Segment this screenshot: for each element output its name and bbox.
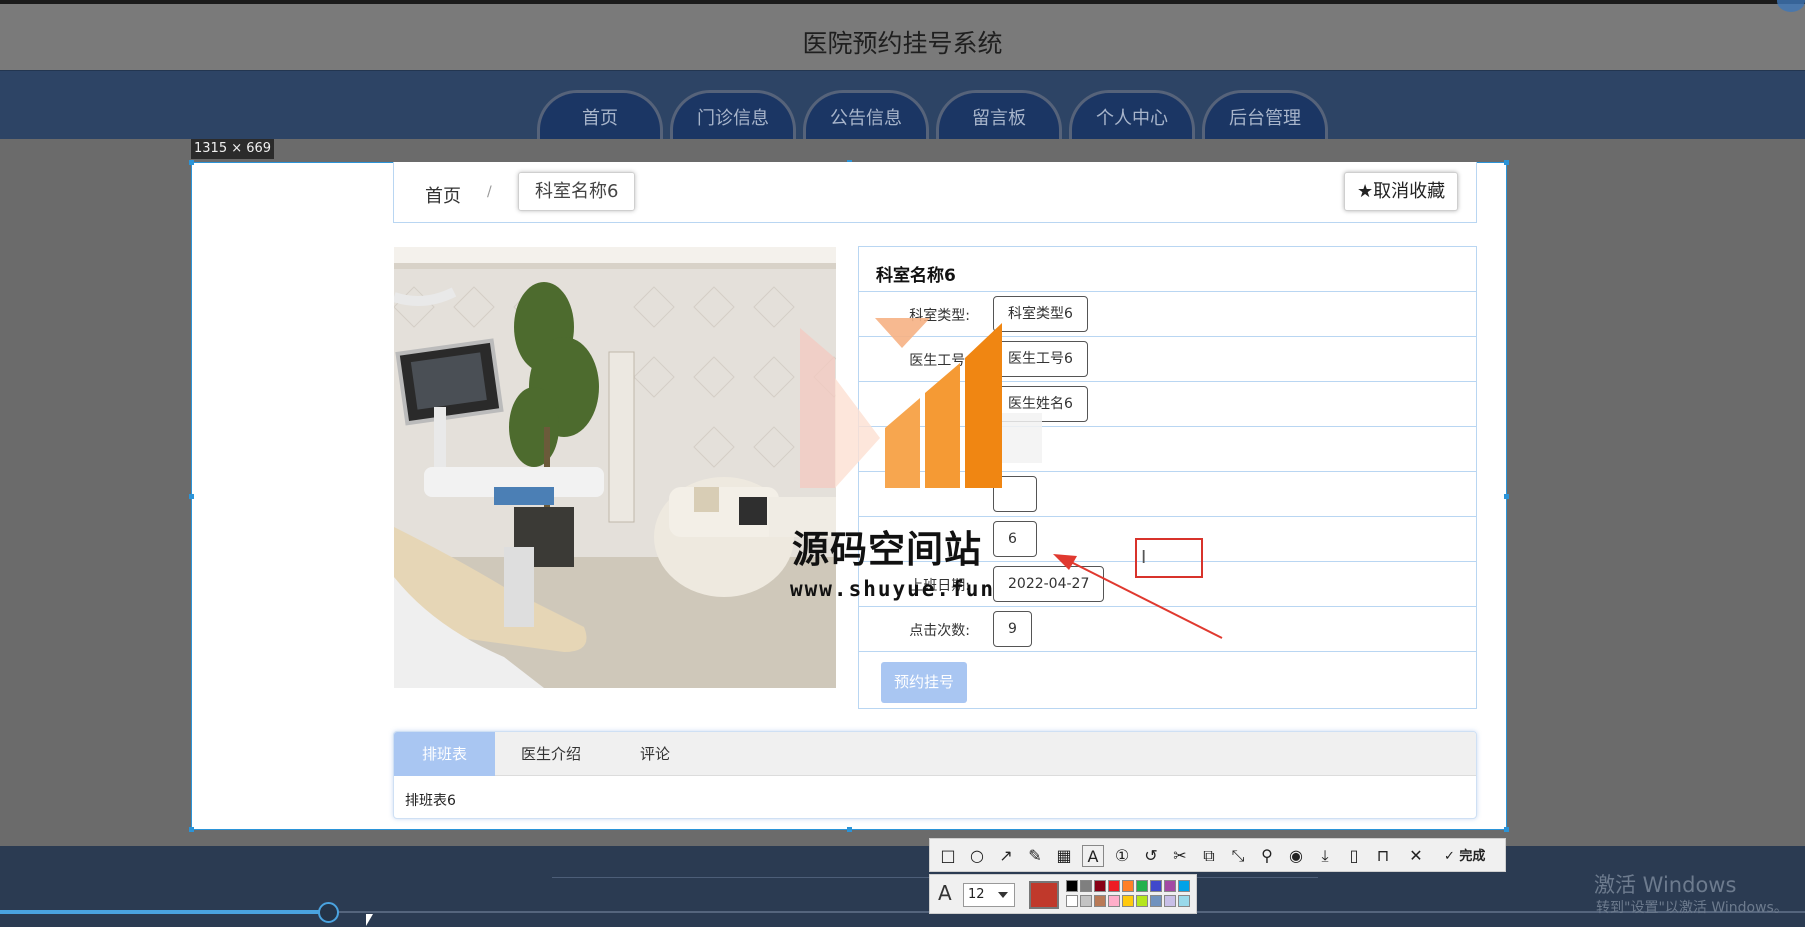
progress-fill [0,910,328,914]
color-swatch[interactable] [1136,880,1148,892]
color-swatch[interactable] [1094,895,1106,907]
color-swatch[interactable] [1150,880,1162,892]
activate-windows-hint: 转到"设置"以激活 Windows。 [1596,900,1788,916]
done-button[interactable]: ✓ 完成 [1444,845,1485,864]
tab-schedule[interactable]: 排班表 [394,732,495,776]
bottom-bar [0,846,1805,927]
capture-size-label: 1315 × 669 [191,139,275,159]
watermark-text: 源码空间站 [792,528,982,571]
resize-handle[interactable] [1504,827,1509,832]
undo-icon[interactable]: ↺ [1140,845,1162,867]
detail-tabs-panel: 排班表 医生介绍 评论 排班表6 [393,731,1477,819]
color-swatch[interactable] [1122,895,1134,907]
ocr-icon[interactable]: ⧉ [1198,845,1220,867]
color-swatch[interactable] [1136,895,1148,907]
department-photo [394,247,836,688]
translate-icon[interactable]: ⤡ [1227,845,1249,867]
color-swatch[interactable] [1108,895,1120,907]
nav-tab-announcements[interactable]: 公告信息 [803,90,929,139]
download-icon[interactable]: ⤓ [1314,845,1336,867]
progress-knob[interactable] [318,902,339,923]
text-cursor-icon: I [1141,547,1147,568]
tab-comments[interactable]: 评论 [607,732,703,776]
breadcrumb-home-link[interactable]: 首页 [425,182,461,208]
detail-value: 9 [993,611,1032,647]
color-swatch[interactable] [1066,895,1078,907]
rectangle-tool-icon[interactable]: □ [937,845,959,867]
ellipse-tool-icon[interactable]: ○ [966,845,988,867]
color-swatch[interactable] [1178,880,1190,892]
color-swatch[interactable] [1108,880,1120,892]
font-size-select[interactable]: 12 [963,883,1015,907]
unfavorite-button[interactable]: ★取消收藏 [1344,172,1459,211]
resize-handle[interactable] [189,494,194,499]
phone-icon[interactable]: ▯ [1343,845,1365,867]
color-swatch[interactable] [1164,880,1176,892]
tab-doctor-intro[interactable]: 医生介绍 [495,732,607,776]
color-swatch[interactable] [1122,880,1134,892]
breadcrumb: 首页 / 科室名称6 ★取消收藏 [393,162,1477,223]
resize-handle[interactable] [189,160,194,165]
breadcrumb-current: 科室名称6 [518,172,636,211]
text-tool-icon[interactable]: A [1082,845,1104,867]
color-swatch[interactable] [1080,895,1092,907]
resize-handle[interactable] [189,827,194,832]
nav-tab-clinic-info[interactable]: 门诊信息 [670,90,796,139]
nav-tabs: 首页 门诊信息 公告信息 留言板 个人中心 后台管理 [537,90,1328,139]
watermark-url: www.shuyue.fun [790,577,996,601]
color-swatch[interactable] [1164,895,1176,907]
site-header: 医院预约挂号系统 [0,0,1805,70]
color-swatch[interactable] [1080,880,1092,892]
main-nav: 首页 门诊信息 公告信息 留言板 个人中心 后台管理 [0,70,1805,139]
detail-title: 科室名称6 [876,266,956,286]
nav-tab-personal-center[interactable]: 个人中心 [1069,90,1195,139]
tabs-header: 排班表 医生介绍 评论 [394,732,1476,776]
color-swatch[interactable] [1066,880,1078,892]
resize-handle[interactable] [1504,160,1509,165]
detail-title-row: 科室名称6 [859,247,1476,292]
detail-label: 点击次数: [909,623,970,639]
number-tool-icon[interactable]: ① [1111,845,1133,867]
arrow-tool-icon[interactable]: ↗ [995,845,1017,867]
nav-tab-home[interactable]: 首页 [537,90,663,139]
close-icon[interactable]: ✕ [1405,845,1427,867]
tab-content: 排班表6 [405,793,456,809]
font-icon: A [938,881,952,905]
nav-tab-message-board[interactable]: 留言板 [936,90,1062,139]
dental-clinic-image [394,247,836,688]
watermark-logo [800,318,1042,488]
pin-icon[interactable]: ⚲ [1256,845,1278,867]
font-size-value: 12 [968,887,985,902]
text-options-bar: A 12 [929,874,1197,914]
breadcrumb-separator: / [487,184,492,200]
color-swatch[interactable] [1094,880,1106,892]
nav-tab-admin[interactable]: 后台管理 [1202,90,1328,139]
mouse-cursor-icon [366,914,373,926]
site-title: 医院预约挂号系统 [802,29,1003,58]
activate-windows-title: 激活 Windows [1594,873,1737,897]
record-icon[interactable]: ◉ [1285,845,1307,867]
chevron-down-icon [998,892,1008,898]
current-color-swatch[interactable] [1029,881,1059,909]
resize-handle[interactable] [847,827,852,832]
bookmark-icon[interactable]: ⊓ [1372,845,1394,867]
resize-handle[interactable] [1504,494,1509,499]
color-swatch[interactable] [1150,895,1162,907]
color-swatch[interactable] [1178,895,1190,907]
detail-value: 6 [993,521,1037,557]
corner-button[interactable] [1777,0,1805,12]
pencil-tool-icon[interactable]: ✎ [1024,845,1046,867]
done-label: 完成 [1459,849,1486,864]
book-appointment-button[interactable]: 预约挂号 [881,662,967,703]
screenshot-toolbar: □ ○ ↗ ✎ ▦ A ① ↺ ✂ ⧉ ⤡ ⚲ ◉ ⤓ ▯ ⊓ ✕ ✓ 完成 [929,838,1506,872]
cut-icon[interactable]: ✂ [1169,845,1191,867]
mosaic-tool-icon[interactable]: ▦ [1053,845,1075,867]
